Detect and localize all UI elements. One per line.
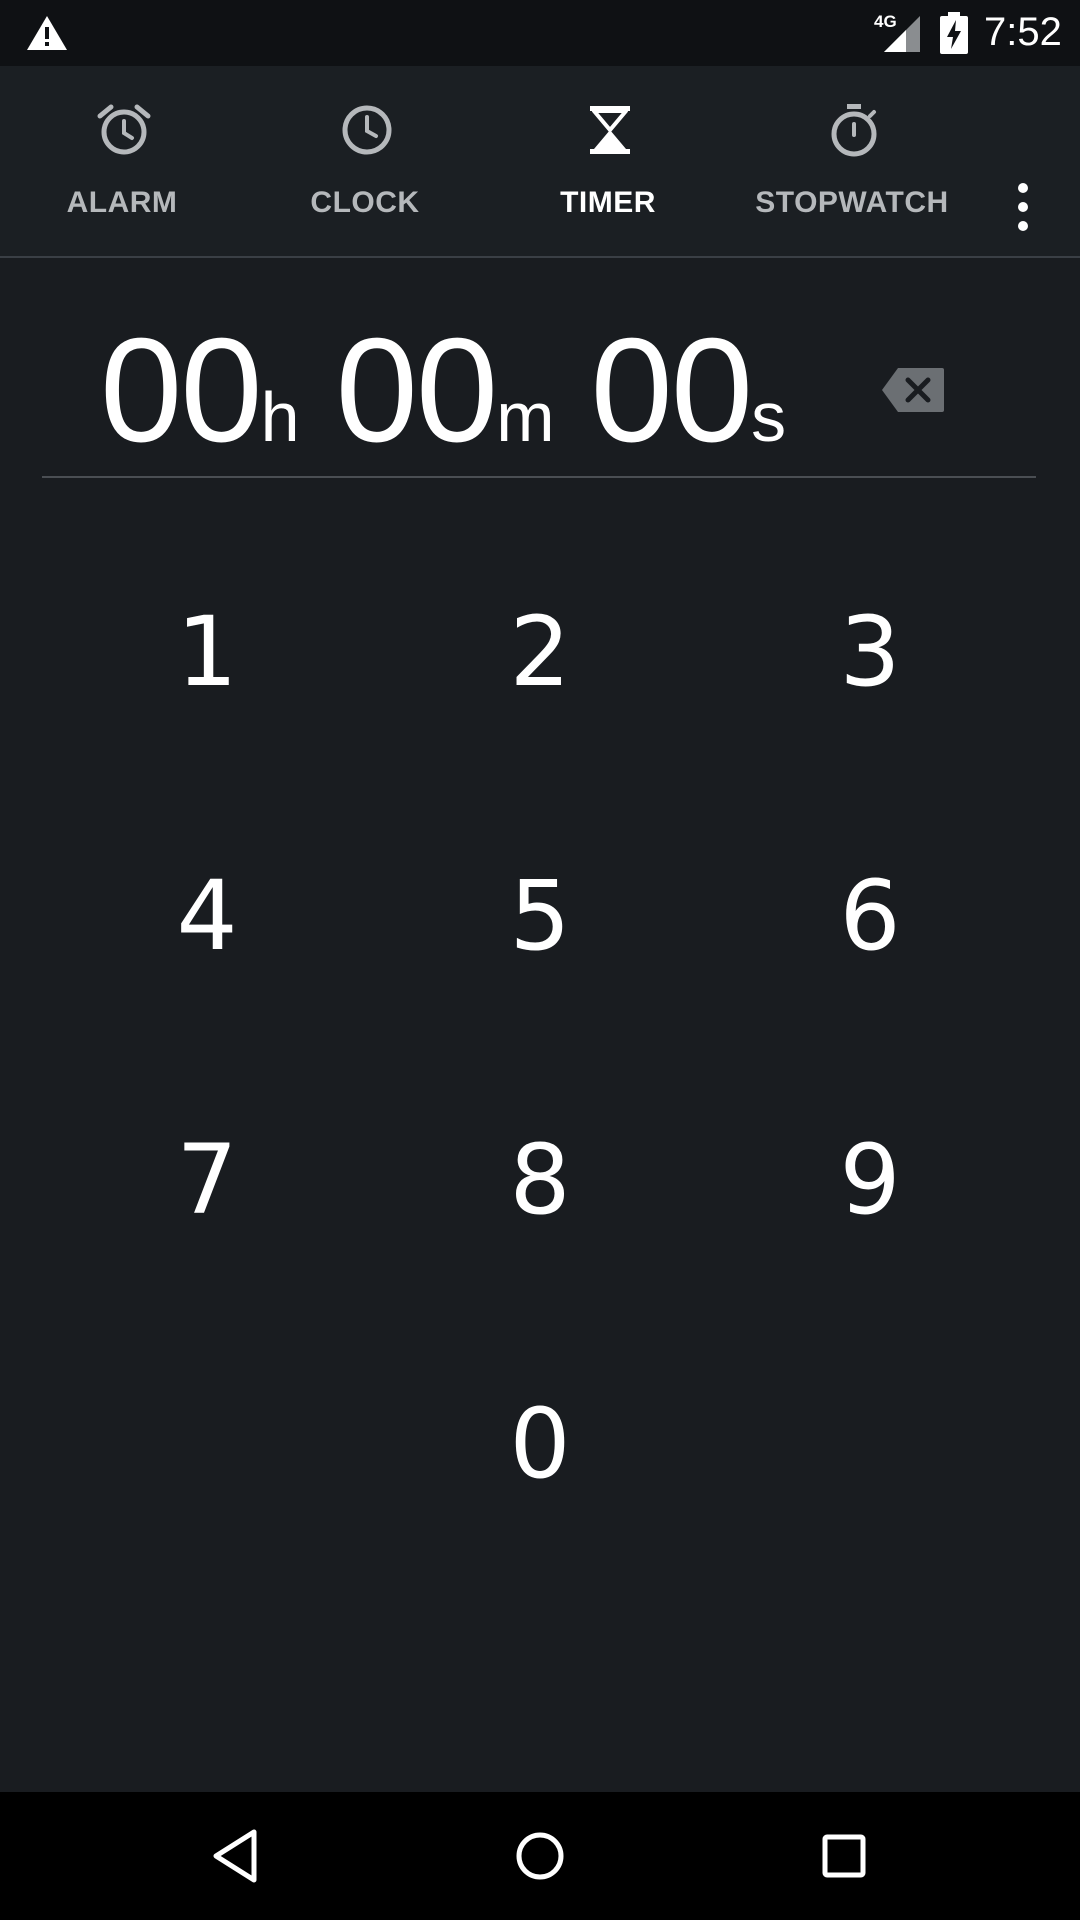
tab-timer[interactable]: TIMER — [486, 66, 730, 256]
battery-charging-icon — [940, 12, 968, 54]
keypad: 1 2 3 4 5 6 7 8 9 0 — [0, 520, 1080, 1770]
tab-stopwatch[interactable]: STOPWATCH — [730, 66, 974, 256]
more-options-icon[interactable] — [1006, 182, 1040, 232]
clock-icon — [342, 105, 392, 155]
tab-label: STOPWATCH — [755, 186, 949, 219]
stopwatch-icon — [831, 104, 877, 157]
back-icon[interactable] — [204, 1824, 268, 1888]
status-time: 7:52 — [984, 10, 1062, 54]
key-3[interactable]: 3 — [705, 520, 1035, 784]
alarm-clock-icon — [97, 104, 151, 155]
navigation-bar — [0, 1792, 1080, 1920]
key-0[interactable]: 0 — [375, 1312, 705, 1576]
display-divider — [42, 476, 1036, 478]
warning-icon — [27, 16, 67, 50]
key-1[interactable]: 1 — [42, 520, 372, 784]
backspace-icon[interactable] — [880, 366, 946, 414]
key-2[interactable]: 2 — [375, 520, 705, 784]
tab-label: ALARM — [66, 186, 178, 219]
hours-unit: h — [260, 378, 300, 456]
tab-label: CLOCK — [310, 186, 420, 219]
minutes-value: 00 — [335, 308, 499, 473]
key-6[interactable]: 6 — [705, 784, 1035, 1048]
timer-digits: 00h 00m 00s — [100, 306, 786, 476]
tab-clock[interactable]: CLOCK — [243, 66, 487, 256]
tab-bar: ALARM CLOCK TIMER STOPWATCH — [0, 66, 1080, 258]
home-icon[interactable] — [508, 1824, 572, 1888]
hours-value: 00 — [100, 308, 263, 473]
minutes-unit: m — [496, 378, 555, 456]
key-5[interactable]: 5 — [375, 784, 705, 1048]
key-4[interactable]: 4 — [42, 784, 372, 1048]
key-9[interactable]: 9 — [705, 1048, 1035, 1312]
seconds-unit: s — [751, 378, 787, 456]
tab-alarm[interactable]: ALARM — [0, 66, 244, 256]
recent-apps-icon[interactable] — [812, 1824, 876, 1888]
tab-label: TIMER — [560, 186, 656, 219]
hourglass-icon — [590, 106, 630, 154]
key-7[interactable]: 7 — [42, 1048, 372, 1312]
signal-icon — [884, 16, 920, 52]
seconds-value: 00 — [590, 308, 754, 473]
key-8[interactable]: 8 — [375, 1048, 705, 1312]
timer-display: 00h 00m 00s — [0, 256, 1080, 478]
status-bar: 4G 7:52 — [0, 0, 1080, 66]
